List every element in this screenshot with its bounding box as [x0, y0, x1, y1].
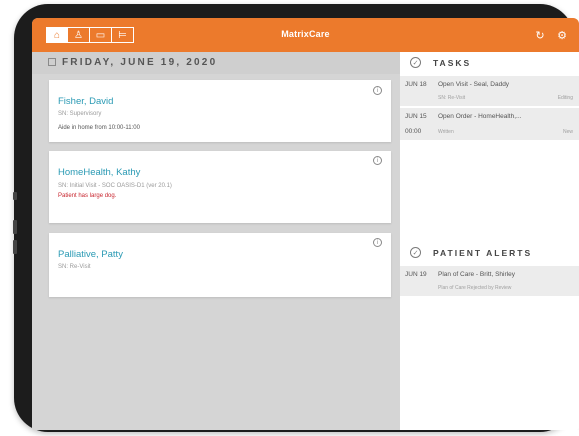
tasks-title: TASKS: [433, 58, 472, 68]
visit-card[interactable]: Fisher, David SN: Supervisory Aide in ho…: [49, 80, 391, 142]
settings-icon[interactable]: ⚙: [555, 28, 569, 42]
hardware-button: [13, 220, 17, 234]
hardware-button: [13, 192, 17, 200]
refresh-icon[interactable]: ↻: [533, 28, 547, 42]
visit-type: SN: Re-Visit: [58, 264, 91, 270]
app-screen: ⌂ ♙ ▭ ⊨ MatrixCare ↻ ⚙ FRIDAY, JUNE 19, …: [32, 18, 579, 430]
hardware-button: [13, 240, 17, 254]
visit-type: SN: Initial Visit - SOC OASIS-D1 (ver 20…: [58, 183, 172, 189]
alert-date: JUN 19: [405, 271, 427, 278]
patient-name: HomeHealth, Kathy: [58, 167, 141, 178]
side-panel: ✓ TASKS JUN 18 Open Visit - Seal, Daddy …: [400, 52, 579, 430]
task-row[interactable]: JUN 15 Open Order - HomeHealth,... 00:00…: [400, 108, 579, 140]
alert-title: Plan of Care - Britt, Shirley: [438, 271, 515, 278]
task-status: New: [562, 129, 573, 135]
calendar-icon[interactable]: [48, 58, 56, 66]
visit-alert-note: Patient has large dog.: [58, 193, 117, 199]
task-status: Editing: [557, 95, 573, 101]
tasks-header: ✓ TASKS: [400, 52, 579, 74]
visit-card[interactable]: HomeHealth, Kathy SN: Initial Visit - SO…: [49, 151, 391, 223]
app-logo: MatrixCare: [281, 29, 330, 39]
alert-sub: Plan of Care Rejected by Review: [438, 285, 512, 291]
task-title: Open Visit - Seal, Daddy: [438, 81, 510, 88]
patient-name: Palliative, Patty: [58, 249, 123, 260]
task-sub: SN: Re-Visit: [438, 95, 466, 101]
task-date: JUN 18: [405, 81, 427, 88]
top-bar: ⌂ ♙ ▭ ⊨ MatrixCare ↻ ⚙: [32, 18, 579, 52]
task-title: Open Order - HomeHealth,...: [438, 113, 522, 120]
visit-note: Aide in home from 10:00-11:00: [58, 125, 140, 131]
schedule-panel: FRIDAY, JUNE 19, 2020 Fisher, David SN: …: [32, 52, 400, 430]
task-row[interactable]: JUN 18 Open Visit - Seal, Daddy SN: Re-V…: [400, 76, 579, 106]
task-sub: Written: [438, 129, 454, 135]
task-time: 00:00: [405, 128, 422, 135]
visit-type: SN: Supervisory: [58, 111, 102, 117]
alert-row[interactable]: JUN 19 Plan of Care - Britt, Shirley Pla…: [400, 266, 579, 296]
alerts-title: PATIENT ALERTS: [433, 248, 533, 258]
info-icon[interactable]: i: [373, 238, 382, 247]
task-date: JUN 15: [405, 113, 427, 120]
date-header: FRIDAY, JUNE 19, 2020: [32, 52, 400, 74]
info-icon[interactable]: i: [373, 156, 382, 165]
alerts-header: ✓ PATIENT ALERTS: [400, 242, 579, 264]
info-icon[interactable]: i: [373, 86, 382, 95]
check-circle-icon: ✓: [410, 247, 421, 258]
check-circle-icon: ✓: [410, 57, 421, 68]
visit-card[interactable]: Palliative, Patty SN: Re-Visit i: [49, 233, 391, 297]
patient-name: Fisher, David: [58, 96, 114, 107]
schedule-date: FRIDAY, JUNE 19, 2020: [62, 57, 218, 68]
